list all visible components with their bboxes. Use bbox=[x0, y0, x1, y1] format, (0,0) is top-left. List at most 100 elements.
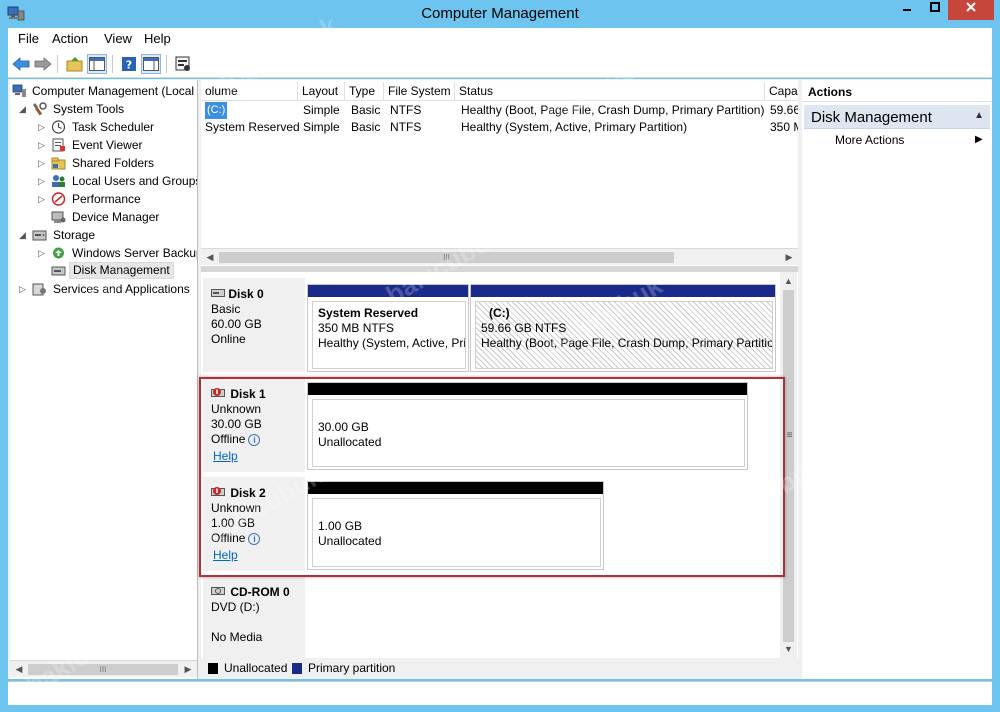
scroll-thumb[interactable]: III bbox=[28, 664, 178, 675]
volume-list-horizontal-scrollbar[interactable]: ◀ III ▶ bbox=[201, 248, 798, 265]
offline-disk-icon bbox=[211, 487, 225, 496]
event-viewer-icon bbox=[52, 138, 65, 152]
close-button[interactable] bbox=[948, 0, 994, 20]
volume-row[interactable]: System Reserved Simple Basic NTFS Health… bbox=[201, 119, 798, 136]
disk-state: Offline bbox=[211, 531, 246, 545]
expander-icon[interactable]: ◢ bbox=[19, 226, 29, 244]
volume-status: Healthy (Boot, Page File, Crash Dump, Pr… bbox=[461, 103, 764, 117]
partition-body: System Reserved 350 MB NTFS Healthy (Sys… bbox=[312, 301, 466, 369]
properties-button[interactable] bbox=[173, 54, 193, 74]
disk-0-label[interactable]: Disk 0 Basic 60.00 GB Online bbox=[203, 278, 305, 372]
help-link[interactable]: Help bbox=[213, 449, 238, 463]
window-title: Computer Management bbox=[421, 5, 579, 22]
show-hide-tree-button[interactable] bbox=[87, 54, 107, 74]
maximize-button[interactable] bbox=[921, 0, 948, 20]
console-tree-icon bbox=[89, 57, 105, 71]
minimize-button[interactable] bbox=[893, 0, 921, 20]
expander-icon[interactable]: ▷ bbox=[38, 172, 48, 190]
partition-size: 30.00 GB bbox=[318, 420, 369, 434]
disk-type: Unknown bbox=[211, 501, 262, 515]
expander-icon[interactable]: ◢ bbox=[19, 100, 29, 118]
disk-1-label[interactable]: Disk 1 Unknown 30.00 GB Offline i Help bbox=[203, 378, 305, 472]
menu-action[interactable]: Action bbox=[52, 31, 88, 46]
disk-size: 60.00 GB bbox=[211, 317, 262, 331]
partition-size: 1.00 GB bbox=[318, 519, 363, 533]
column-capacity[interactable]: Capa bbox=[765, 82, 798, 101]
expander-icon[interactable]: ▷ bbox=[38, 244, 48, 262]
disk-type: Basic bbox=[211, 302, 241, 316]
back-button[interactable] bbox=[11, 54, 31, 74]
partition-c-drive[interactable]: (C:) 59.66 GB NTFS Healthy (Boot, Page F… bbox=[470, 284, 776, 372]
expander-icon[interactable]: ▷ bbox=[38, 136, 48, 154]
volume-layout: Simple bbox=[303, 120, 340, 134]
expander-icon[interactable]: ▷ bbox=[38, 154, 48, 172]
toolbar: ? bbox=[8, 50, 992, 78]
expander-icon[interactable]: ▷ bbox=[38, 190, 48, 208]
partition-system-reserved[interactable]: System Reserved 350 MB NTFS Healthy (Sys… bbox=[307, 284, 469, 372]
title-bar[interactable]: Computer Management bbox=[0, 0, 1000, 28]
unallocated-swatch bbox=[208, 663, 218, 674]
tree-horizontal-scrollbar[interactable]: ◀ III ▶ bbox=[10, 660, 197, 677]
scroll-left-icon[interactable]: ◀ bbox=[203, 251, 217, 264]
back-arrow-icon bbox=[12, 57, 30, 71]
volume-fs: NTFS bbox=[390, 103, 422, 117]
close-icon bbox=[966, 2, 976, 12]
performance-icon bbox=[51, 192, 66, 206]
grip-icon: ≡ bbox=[786, 430, 793, 441]
column-layout[interactable]: Layout bbox=[298, 82, 345, 101]
graphical-disk-view: Disk 0 Basic 60.00 GB Online System Rese… bbox=[203, 272, 780, 658]
more-actions-label: More Actions bbox=[835, 133, 905, 147]
shared-folder-icon bbox=[51, 157, 66, 170]
help-button[interactable]: ? bbox=[119, 54, 139, 74]
scroll-up-icon[interactable]: ▲ bbox=[782, 275, 795, 288]
up-folder-button[interactable] bbox=[65, 54, 85, 74]
disk-state: No Media bbox=[211, 630, 263, 644]
menu-view[interactable]: View bbox=[104, 31, 132, 46]
primary-partition-bar bbox=[471, 285, 775, 297]
info-icon[interactable]: i bbox=[248, 433, 261, 446]
expander-icon[interactable]: ▷ bbox=[19, 280, 29, 298]
volume-list-header: olume Layout Type File System Status Cap… bbox=[201, 82, 798, 101]
tree-item-label: Event Viewer bbox=[72, 138, 143, 152]
clock-icon bbox=[51, 120, 66, 134]
help-icon: ? bbox=[122, 57, 136, 72]
submenu-arrow-icon[interactable]: ▶ bbox=[975, 134, 983, 145]
help-link[interactable]: Help bbox=[213, 548, 238, 562]
disk-2-label[interactable]: Disk 2 Unknown 1.00 GB Offline i Help bbox=[203, 477, 305, 571]
info-icon[interactable]: i bbox=[248, 532, 261, 545]
scroll-down-icon[interactable]: ▼ bbox=[782, 643, 795, 656]
partition-disk-2-unallocated[interactable]: 1.00 GB Unallocated bbox=[307, 481, 604, 570]
menu-help[interactable]: Help bbox=[144, 31, 171, 46]
partition-title: System Reserved bbox=[318, 306, 419, 320]
actions-group-disk-management[interactable]: Disk Management ▲ bbox=[804, 105, 990, 129]
forward-button[interactable] bbox=[33, 54, 53, 74]
partition-status: Unallocated bbox=[318, 435, 382, 449]
expander-icon[interactable]: ▷ bbox=[38, 118, 48, 136]
column-volume[interactable]: olume bbox=[201, 82, 298, 101]
column-file-system[interactable]: File System bbox=[384, 82, 455, 101]
show-hide-action-pane-button[interactable] bbox=[141, 54, 161, 74]
disk-management-icon bbox=[51, 266, 66, 276]
volume-capacity: 59.66 bbox=[770, 103, 798, 117]
cdrom-0-label[interactable]: CD-ROM 0 DVD (D:) No Media bbox=[203, 576, 305, 658]
more-actions-item[interactable]: More Actions bbox=[835, 133, 904, 147]
tree-item-label: Local Users and Groups bbox=[72, 174, 198, 188]
column-type[interactable]: Type bbox=[345, 82, 384, 101]
unallocated-bar bbox=[308, 482, 603, 494]
disk-name: CD-ROM 0 bbox=[230, 585, 290, 599]
partition-disk-1-unallocated[interactable]: 30.00 GB Unallocated bbox=[307, 382, 748, 470]
partition-status: Healthy (Boot, Page File, Crash Dump, Pr… bbox=[481, 336, 773, 350]
disk-state: Offline bbox=[211, 432, 246, 446]
collapse-arrow-icon[interactable]: ▲ bbox=[974, 110, 984, 121]
volume-row[interactable]: (C:) Simple Basic NTFS Healthy (Boot, Pa… bbox=[201, 102, 798, 119]
graphical-view-vertical-scrollbar[interactable]: ▲ ≡ ▼ bbox=[780, 272, 797, 660]
disk-type: DVD (D:) bbox=[211, 600, 260, 614]
scroll-thumb[interactable]: III bbox=[219, 252, 674, 263]
scroll-right-icon[interactable]: ▶ bbox=[782, 251, 796, 264]
scroll-right-icon[interactable]: ▶ bbox=[181, 663, 195, 676]
scroll-left-icon[interactable]: ◀ bbox=[12, 663, 26, 676]
scroll-thumb[interactable] bbox=[783, 290, 794, 642]
column-status[interactable]: Status bbox=[455, 82, 765, 101]
menu-file[interactable]: File bbox=[18, 31, 39, 46]
primary-partition-swatch bbox=[292, 663, 302, 674]
